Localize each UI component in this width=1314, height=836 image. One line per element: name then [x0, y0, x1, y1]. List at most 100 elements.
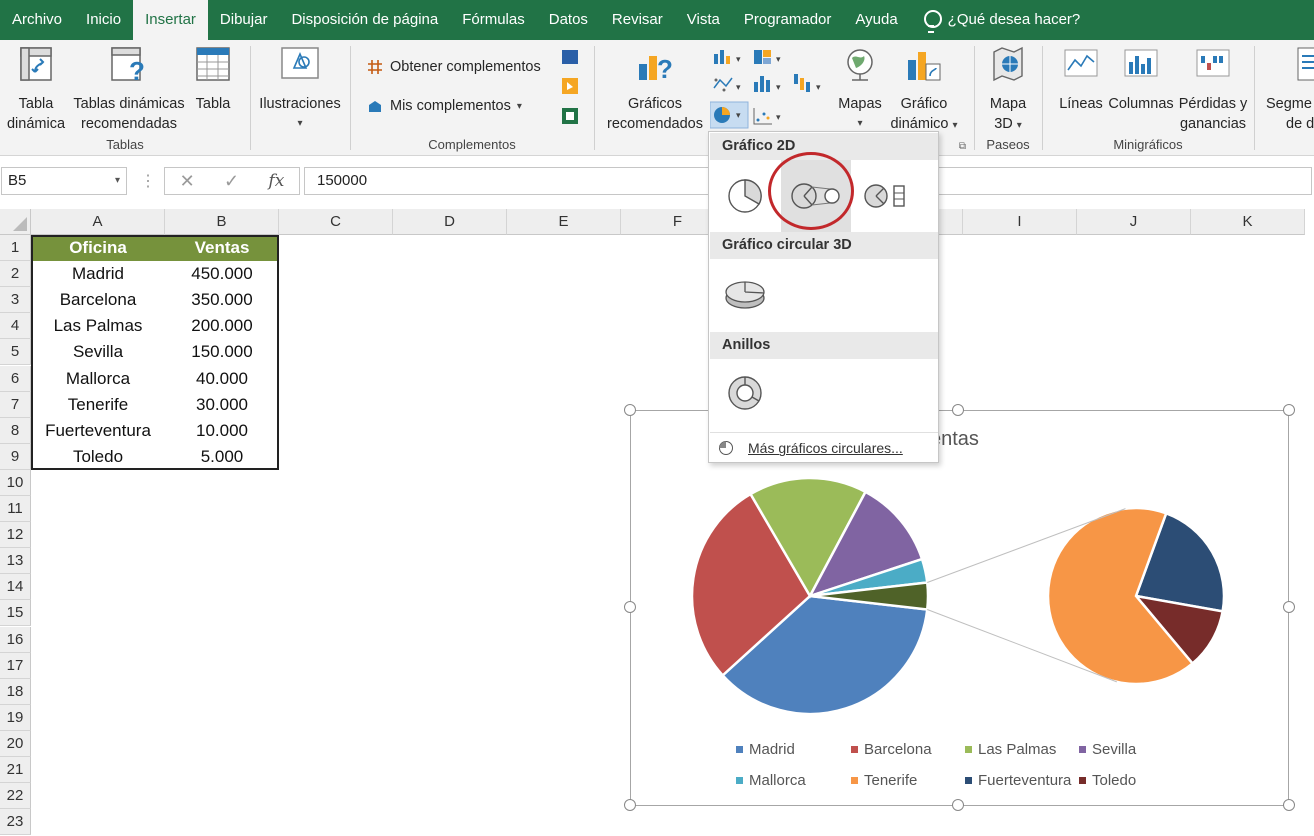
enter-icon[interactable]: ✓	[224, 171, 239, 192]
row-header-9[interactable]: 9	[0, 443, 31, 470]
table-cell[interactable]: Toledo	[31, 444, 165, 470]
tab-archivo[interactable]: Archivo	[0, 0, 74, 40]
legend-item[interactable]: Madrid	[736, 741, 795, 758]
table-cell[interactable]: 30.000	[165, 392, 279, 418]
column-header-a[interactable]: A	[31, 209, 165, 235]
tab-vista[interactable]: Vista	[675, 0, 732, 40]
row-header-23[interactable]: 23	[0, 809, 31, 836]
row-header-12[interactable]: 12	[0, 522, 31, 549]
table-cell[interactable]: 150.000	[165, 339, 279, 365]
column-header-c[interactable]: C	[279, 209, 393, 235]
tab-programador[interactable]: Programador	[732, 0, 844, 40]
resize-handle-s[interactable]	[952, 799, 964, 811]
resize-handle-se[interactable]	[1283, 799, 1295, 811]
legend-item[interactable]: Barcelona	[851, 741, 932, 758]
pie-3d-option[interactable]	[719, 270, 771, 320]
row-header-16[interactable]: 16	[0, 626, 31, 653]
resize-handle-w[interactable]	[624, 601, 636, 613]
pie-of-pie-option[interactable]	[781, 160, 851, 232]
chart-type-buttons[interactable]: ▾ ▾ ▾ ▾ ▾ ▾ ▾	[710, 46, 830, 132]
row-header-15[interactable]: 15	[0, 600, 31, 627]
row-header-5[interactable]: 5	[0, 339, 31, 366]
column-header-d[interactable]: D	[393, 209, 507, 235]
row-header-7[interactable]: 7	[0, 391, 31, 418]
tab-formulas[interactable]: Fórmulas	[450, 0, 537, 40]
table-cell[interactable]: Madrid	[31, 261, 165, 287]
row-header-6[interactable]: 6	[0, 365, 31, 392]
column-header-j[interactable]: J	[1077, 209, 1191, 235]
table-cell[interactable]: Las Palmas	[31, 313, 165, 339]
table-cell[interactable]: Tenerife	[31, 392, 165, 418]
tell-me-box[interactable]: ¿Qué desea hacer?	[910, 0, 1093, 40]
table-cell[interactable]: 40.000	[165, 366, 279, 392]
legend-item[interactable]: Sevilla	[1079, 741, 1136, 758]
table-header-cell[interactable]: Ventas	[165, 235, 279, 262]
obtener-complementos-button[interactable]: Obtener complementos	[366, 58, 541, 76]
row-header-17[interactable]: 17	[0, 652, 31, 679]
ilustraciones-button[interactable]: Ilustraciones ▾	[256, 46, 344, 134]
table-cell[interactable]: 350.000	[165, 287, 279, 313]
tabla-button[interactable]: Tabla	[190, 46, 236, 114]
legend-item[interactable]: Mallorca	[736, 772, 806, 789]
chevron-down-icon[interactable]: ▾	[115, 168, 120, 194]
tab-inicio[interactable]: Inicio	[74, 0, 133, 40]
resize-handle-e[interactable]	[1283, 601, 1295, 613]
dialog-launcher-icon[interactable]: ⧉	[959, 141, 966, 152]
select-all-corner[interactable]	[0, 209, 31, 235]
row-header-20[interactable]: 20	[0, 730, 31, 757]
legend-item[interactable]: Toledo	[1079, 772, 1136, 789]
graficos-recomendados-button[interactable]: ? Gráficos recomendados	[602, 46, 708, 134]
row-header-3[interactable]: 3	[0, 287, 31, 314]
row-header-1[interactable]: 1	[0, 235, 31, 262]
row-header-10[interactable]: 10	[0, 469, 31, 496]
legend-item[interactable]: Tenerife	[851, 772, 917, 789]
lineas-button[interactable]: Líneas	[1056, 46, 1106, 114]
table-cell[interactable]: Barcelona	[31, 287, 165, 313]
tab-disposicion-pagina[interactable]: Disposición de página	[279, 0, 450, 40]
column-header-b[interactable]: B	[165, 209, 279, 235]
bar-of-pie-option[interactable]	[855, 172, 915, 220]
table-cell[interactable]: Fuerteventura	[31, 418, 165, 444]
legend-item[interactable]: Fuerteventura	[965, 772, 1071, 789]
perdidas-ganancias-button[interactable]: Pérdidas y ganancias	[1176, 46, 1250, 134]
more-pie-charts-link[interactable]: Más gráficos circulares...	[710, 432, 938, 462]
row-header-13[interactable]: 13	[0, 548, 31, 575]
table-cell[interactable]: 10.000	[165, 418, 279, 444]
tablas-recomendadas-button[interactable]: ? Tablas dinámicas recomendadas	[70, 46, 188, 134]
tab-datos[interactable]: Datos	[537, 0, 600, 40]
grafico-dinamico-button[interactable]: Gráfico dinámico ▾	[888, 46, 960, 136]
row-header-4[interactable]: 4	[0, 313, 31, 340]
table-cell[interactable]: Mallorca	[31, 366, 165, 392]
column-header-i[interactable]: I	[963, 209, 1077, 235]
column-header-e[interactable]: E	[507, 209, 621, 235]
tab-ayuda[interactable]: Ayuda	[843, 0, 909, 40]
table-cell[interactable]: Sevilla	[31, 339, 165, 365]
resize-handle-nw[interactable]	[624, 404, 636, 416]
resize-handle-n[interactable]	[952, 404, 964, 416]
row-header-19[interactable]: 19	[0, 704, 31, 731]
row-header-11[interactable]: 11	[0, 496, 31, 523]
row-header-18[interactable]: 18	[0, 678, 31, 705]
mapa-3d-button[interactable]: Mapa 3D ▾	[980, 46, 1036, 136]
addin-apps-icon[interactable]	[560, 48, 580, 128]
resize-handle-ne[interactable]	[1283, 404, 1295, 416]
table-header-cell[interactable]: Oficina	[31, 235, 165, 262]
table-cell[interactable]: 5.000	[165, 444, 279, 470]
resize-handle-sw[interactable]	[624, 799, 636, 811]
tab-dibujar[interactable]: Dibujar	[208, 0, 280, 40]
segmentacion-button[interactable]: Segme de d	[1266, 46, 1314, 134]
row-header-2[interactable]: 2	[0, 261, 31, 288]
tab-insertar[interactable]: Insertar	[133, 0, 208, 40]
tab-revisar[interactable]: Revisar	[600, 0, 675, 40]
cancel-icon[interactable]: ✕	[180, 171, 195, 192]
tabla-dinamica-button[interactable]: Tabla dinámica	[4, 46, 68, 134]
row-header-8[interactable]: 8	[0, 417, 31, 444]
row-header-14[interactable]: 14	[0, 574, 31, 601]
columnas-button[interactable]: Columnas	[1108, 46, 1174, 114]
insert-function-icon[interactable]: fx	[268, 171, 284, 191]
column-header-k[interactable]: K	[1191, 209, 1305, 235]
table-cell[interactable]: 450.000	[165, 261, 279, 287]
mapas-button[interactable]: Mapas ▾	[828, 46, 892, 134]
name-box[interactable]: B5 ▾	[1, 167, 127, 195]
donut-option[interactable]	[721, 368, 769, 418]
